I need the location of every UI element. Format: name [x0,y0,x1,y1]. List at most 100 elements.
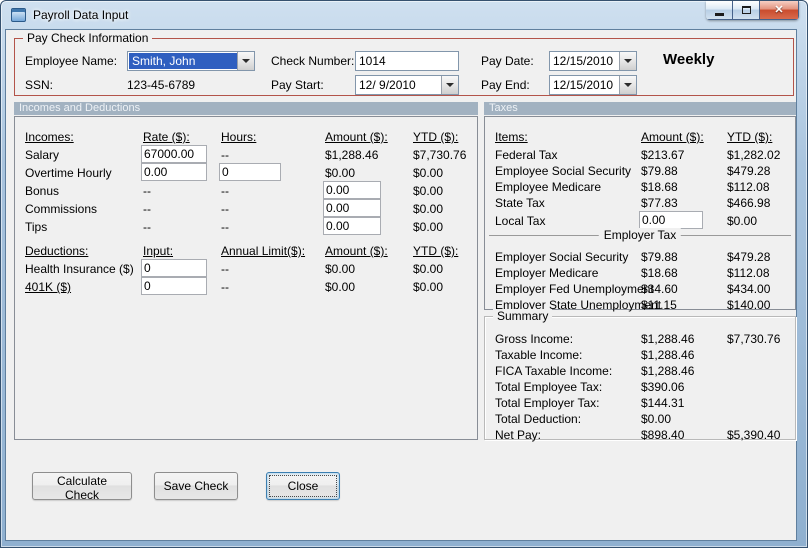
summary-ytd: $5,390.40 [727,428,781,442]
overtime-hours-input[interactable] [219,163,281,181]
commissions-amount-input[interactable] [323,199,381,217]
employee-name-combobox[interactable]: Smith, John [127,51,255,71]
section-header-taxes: Taxes [484,102,796,115]
taxes-header-row: Items: Amount ($): YTD ($): [485,129,795,145]
deductions-col-input: Input: [143,244,174,258]
paycheck-info-legend: Pay Check Information [23,31,153,45]
deduction-ytd: $0.00 [413,280,444,294]
summary-name: Total Employer Tax: [495,396,600,410]
income-hours: -- [221,220,229,234]
tax-amount: $79.88 [641,250,678,264]
check-number-input[interactable] [355,51,459,71]
pay-end-value: 12/15/2010 [553,78,614,92]
incomes-col-name: Incomes: [25,130,74,144]
summary-row-gross: Gross Income: $1,288.46 $7,730.76 [485,331,795,347]
pay-date-datepicker[interactable]: 12/15/2010 [549,51,637,71]
deductions-col-name: Deductions: [25,244,89,258]
tax-amount: $18.68 [641,180,678,194]
pay-end-datepicker[interactable]: 12/15/2010 [549,75,637,95]
deductions-col-limit: Annual Limit($): [221,244,306,258]
income-row-salary: Salary -- $1,288.46 $7,730.76 [15,145,477,163]
income-amount: $0.00 [325,166,356,180]
window-title: Payroll Data Input [33,8,129,22]
maximize-button[interactable] [732,1,760,20]
pay-start-datepicker[interactable]: 12/ 9/2010 [355,75,459,95]
summary-amount: $390.06 [641,380,685,394]
summary-row-total-employee-tax: Total Employee Tax: $390.06 [485,379,795,395]
tips-amount-input[interactable] [323,217,381,235]
close-form-button[interactable]: Close [266,472,340,500]
incomes-header-row: Incomes: Rate ($): Hours: Amount ($): YT… [15,129,477,145]
income-name: Salary [25,148,60,162]
summary-group: Summary Gross Income: $1,288.46 $7,730.7… [484,309,796,442]
summary-name: Taxable Income: [495,348,583,362]
deduction-limit: -- [221,280,229,294]
deductions-col-ytd: YTD ($): [413,244,459,258]
income-name: Tips [25,220,48,234]
summary-name: Total Employee Tax: [495,380,603,394]
income-rate: -- [143,202,151,216]
tax-row-employer-ss: Employer Social Security $79.88 $479.28 [485,249,795,265]
income-row-bonus: Bonus -- -- $0.00 [15,181,477,199]
bonus-amount-input[interactable] [323,181,381,199]
income-ytd: $0.00 [413,166,444,180]
salary-rate-input[interactable] [141,145,207,163]
incomes-col-ytd: YTD ($): [413,130,459,144]
calculate-check-button[interactable]: Calculate Check [32,472,132,502]
window-controls: ✕ [706,1,799,20]
income-rate: -- [143,184,151,198]
deduction-amount: $0.00 [325,262,356,276]
chevron-down-icon[interactable] [619,52,636,70]
tax-name: Employee Medicare [495,180,602,194]
deduction-row-401k: 401K ($) -- $0.00 $0.00 [15,277,477,295]
tax-amount: $213.67 [641,148,685,162]
summary-row-fica: FICA Taxable Income: $1,288.46 [485,363,795,379]
tax-ytd: $1,282.02 [727,148,781,162]
tax-amount: $18.68 [641,266,678,280]
overtime-rate-input[interactable] [141,163,207,181]
local-tax-input[interactable] [639,211,703,229]
maximize-icon [741,6,751,14]
minimize-button[interactable] [706,1,733,20]
income-hours: -- [221,184,229,198]
income-amount: $1,288.46 [325,148,379,162]
tax-row-employer-medicare: Employer Medicare $18.68 $112.08 [485,265,795,281]
close-icon: ✕ [774,3,784,16]
title-bar[interactable]: Payroll Data Input [1,1,807,29]
tax-ytd: $466.98 [727,196,771,210]
employer-tax-header: Employer Tax [598,228,682,242]
pay-start-value: 12/ 9/2010 [359,78,416,92]
tax-row-employee-medicare: Employee Medicare $18.68 $112.08 [485,179,795,195]
tax-ytd: $0.00 [727,214,758,228]
tax-amount: $34.60 [641,282,678,296]
summary-name: Total Deduction: [495,412,582,426]
app-window: Payroll Data Input ✕ Pay Check Informati… [0,0,808,548]
deduction-row-health-insurance: Health Insurance ($) -- $0.00 $0.00 [15,259,477,277]
save-check-button[interactable]: Save Check [154,472,238,500]
tax-ytd: $434.00 [727,282,771,296]
income-name: Bonus [25,184,60,198]
incomes-deductions-panel: Incomes: Rate ($): Hours: Amount ($): YT… [14,116,478,440]
pay-frequency-label: Weekly [663,51,715,68]
income-ytd: $0.00 [413,202,444,216]
summary-legend: Summary [493,309,553,323]
income-ytd: $0.00 [413,184,444,198]
deduction-401k-link[interactable]: 401K ($) [25,279,71,295]
tax-row-federal: Federal Tax $213.67 $1,282.02 [485,147,795,163]
summary-amount: $144.31 [641,396,685,410]
chevron-down-icon[interactable] [619,76,636,94]
tax-ytd: $479.28 [727,164,771,178]
tax-name: Employer Fed Unemployment [495,282,654,296]
income-row-commissions: Commissions -- -- $0.00 [15,199,477,217]
pay-date-value: 12/15/2010 [553,54,614,68]
chevron-down-icon[interactable] [441,76,458,94]
tax-row-employee-ss: Employee Social Security $79.88 $479.28 [485,163,795,179]
chevron-down-icon[interactable] [237,52,254,70]
401k-input[interactable] [141,277,207,295]
summary-name: Net Pay: [495,428,542,442]
tax-row-state: State Tax $77.83 $466.98 [485,195,795,211]
close-window-button[interactable]: ✕ [759,1,799,20]
summary-ytd: $7,730.76 [727,332,781,346]
health-insurance-input[interactable] [141,259,207,277]
paycheck-info-group: Pay Check Information Employee Name: Smi… [14,31,794,96]
